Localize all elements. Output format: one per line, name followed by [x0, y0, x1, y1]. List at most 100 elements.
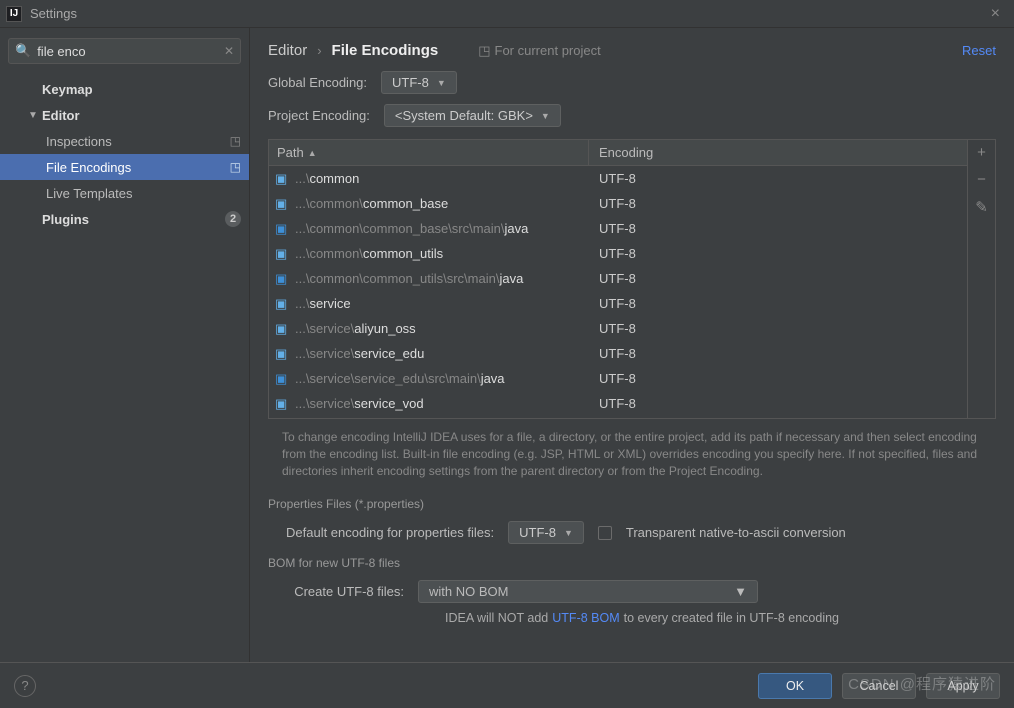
- folder-icon: ▣: [275, 396, 289, 412]
- encoding-cell[interactable]: UTF-8: [589, 371, 967, 386]
- folder-icon: ▣: [275, 221, 289, 237]
- search-icon: 🔍: [15, 43, 31, 59]
- edit-row-icon[interactable]: ✎: [975, 198, 988, 216]
- remove-row-icon[interactable]: −: [977, 171, 986, 188]
- path-cell: ▣...\common\common_base: [269, 196, 589, 212]
- description-text: To change encoding IntelliJ IDEA uses fo…: [268, 419, 996, 485]
- crumb-editor[interactable]: Editor: [268, 42, 307, 59]
- folder-icon: ▣: [275, 371, 289, 387]
- create-utf8-label: Create UTF-8 files:: [286, 584, 404, 599]
- table-row[interactable]: ▣...\common\common_utilsUTF-8: [269, 241, 967, 266]
- tree-item-plugins[interactable]: Plugins 2: [0, 206, 249, 232]
- table-row[interactable]: ▣E:\Project\edu_online_educationUTF-8: [269, 416, 967, 418]
- encoding-column-header[interactable]: Encoding: [589, 140, 967, 165]
- encoding-cell[interactable]: UTF-8: [589, 321, 967, 336]
- cancel-button[interactable]: Cancel: [842, 673, 916, 699]
- tree-item-keymap[interactable]: Keymap: [0, 76, 249, 102]
- tree-item-file-encodings[interactable]: File Encodings ◳: [0, 154, 249, 180]
- path-cell: ▣...\common\common_utils\src\main\java: [269, 271, 589, 287]
- tree-label: Inspections: [46, 134, 112, 149]
- encoding-cell[interactable]: UTF-8: [589, 396, 967, 411]
- combo-value: <System Default: GBK>: [395, 108, 533, 123]
- table-row[interactable]: ▣...\commonUTF-8: [269, 166, 967, 191]
- global-encoding-combo[interactable]: UTF-8 ▼: [381, 71, 457, 94]
- project-encoding-label: Project Encoding:: [268, 108, 370, 123]
- app-icon: IJ: [6, 6, 22, 22]
- scope-icon: ◳: [230, 134, 241, 148]
- crumb-file-encodings: File Encodings: [332, 42, 439, 59]
- search-input-wrap[interactable]: 🔍 ✕: [8, 38, 241, 64]
- table-row[interactable]: ▣...\service\service_vodUTF-8: [269, 391, 967, 416]
- properties-encoding-combo[interactable]: UTF-8 ▼: [508, 521, 584, 544]
- add-row-icon[interactable]: +: [977, 144, 986, 161]
- combo-value: UTF-8: [392, 75, 429, 90]
- settings-content: Editor › File Encodings ◳For current pro…: [250, 28, 1014, 662]
- apply-button[interactable]: Apply: [926, 673, 1000, 699]
- table-row[interactable]: ▣...\service\service_edu\src\main\javaUT…: [269, 366, 967, 391]
- combo-value: UTF-8: [519, 525, 556, 540]
- breadcrumb: Editor › File Encodings ◳For current pro…: [268, 42, 996, 59]
- help-button[interactable]: ?: [14, 675, 36, 697]
- encoding-cell[interactable]: UTF-8: [589, 346, 967, 361]
- path-cell: ▣...\service: [269, 296, 589, 312]
- tree-item-live-templates[interactable]: Live Templates: [0, 180, 249, 206]
- path-column-header[interactable]: Path ▲: [269, 140, 589, 165]
- table-row[interactable]: ▣...\common\common_utils\src\main\javaUT…: [269, 266, 967, 291]
- path-cell: ▣...\service\service_edu\src\main\java: [269, 371, 589, 387]
- window-title: Settings: [30, 6, 77, 21]
- encoding-cell[interactable]: UTF-8: [589, 246, 967, 261]
- tree-item-inspections[interactable]: Inspections ◳: [0, 128, 249, 154]
- tree-label: Live Templates: [46, 186, 132, 201]
- clear-search-icon[interactable]: ✕: [224, 44, 234, 58]
- settings-sidebar: 🔍 ✕ Keymap ▼ Editor Inspections ◳ File En…: [0, 28, 250, 662]
- encoding-cell[interactable]: UTF-8: [589, 171, 967, 186]
- folder-icon: ▣: [275, 271, 289, 287]
- path-cell: ▣...\common\common_base\src\main\java: [269, 221, 589, 237]
- plugins-badge: 2: [225, 211, 241, 227]
- scope-label: ◳For current project: [478, 43, 601, 59]
- folder-icon: ▣: [275, 196, 289, 212]
- properties-section-title: Properties Files (*.properties): [268, 497, 996, 511]
- project-encoding-combo[interactable]: <System Default: GBK> ▼: [384, 104, 561, 127]
- chevron-down-icon: ▼: [437, 78, 446, 88]
- bom-section-title: BOM for new UTF-8 files: [268, 556, 996, 570]
- search-input[interactable]: [37, 44, 218, 59]
- utf8-bom-link[interactable]: UTF-8 BOM: [552, 611, 619, 625]
- tree-label: Keymap: [42, 82, 93, 97]
- folder-icon: ▣: [275, 171, 289, 187]
- folder-icon: ▣: [275, 321, 289, 337]
- table-row[interactable]: ▣...\service\service_eduUTF-8: [269, 341, 967, 366]
- chevron-down-icon: ▼: [28, 110, 38, 121]
- sort-asc-icon: ▲: [308, 148, 317, 158]
- encoding-cell[interactable]: UTF-8: [589, 296, 967, 311]
- encoding-cell[interactable]: UTF-8: [589, 196, 967, 211]
- table-row[interactable]: ▣...\common\common_base\src\main\javaUTF…: [269, 216, 967, 241]
- scope-icon: ◳: [478, 43, 490, 59]
- tree-item-editor[interactable]: ▼ Editor: [0, 102, 249, 128]
- path-cell: ▣...\service\service_edu: [269, 346, 589, 362]
- chevron-down-icon: ▼: [541, 111, 550, 121]
- tree-label: File Encodings: [46, 160, 131, 175]
- transparent-ascii-checkbox[interactable]: [598, 526, 612, 540]
- chevron-down-icon: ▼: [564, 528, 573, 538]
- bom-note: IDEA will NOT add UTF-8 BOM to every cre…: [388, 611, 878, 625]
- encoding-table: Path ▲ Encoding ▣...\commonUTF-8▣...\com…: [268, 139, 996, 419]
- folder-icon: ▣: [275, 296, 289, 312]
- scope-icon: ◳: [230, 160, 241, 174]
- tree-label: Editor: [42, 108, 80, 123]
- encoding-cell[interactable]: UTF-8: [589, 271, 967, 286]
- create-utf8-combo[interactable]: with NO BOM ▼: [418, 580, 758, 603]
- table-row[interactable]: ▣...\serviceUTF-8: [269, 291, 967, 316]
- reset-link[interactable]: Reset: [962, 43, 996, 58]
- table-row[interactable]: ▣...\common\common_baseUTF-8: [269, 191, 967, 216]
- table-toolbar: + − ✎: [967, 140, 995, 418]
- path-cell: ▣...\service\aliyun_oss: [269, 321, 589, 337]
- dialog-footer: ? OK Cancel Apply: [0, 662, 1014, 708]
- table-row[interactable]: ▣...\service\aliyun_ossUTF-8: [269, 316, 967, 341]
- folder-icon: ▣: [275, 246, 289, 262]
- settings-tree: Keymap ▼ Editor Inspections ◳ File Encodi…: [0, 72, 249, 236]
- transparent-ascii-label: Transparent native-to-ascii conversion: [626, 525, 846, 540]
- encoding-cell[interactable]: UTF-8: [589, 221, 967, 236]
- close-icon[interactable]: ×: [983, 5, 1008, 23]
- ok-button[interactable]: OK: [758, 673, 832, 699]
